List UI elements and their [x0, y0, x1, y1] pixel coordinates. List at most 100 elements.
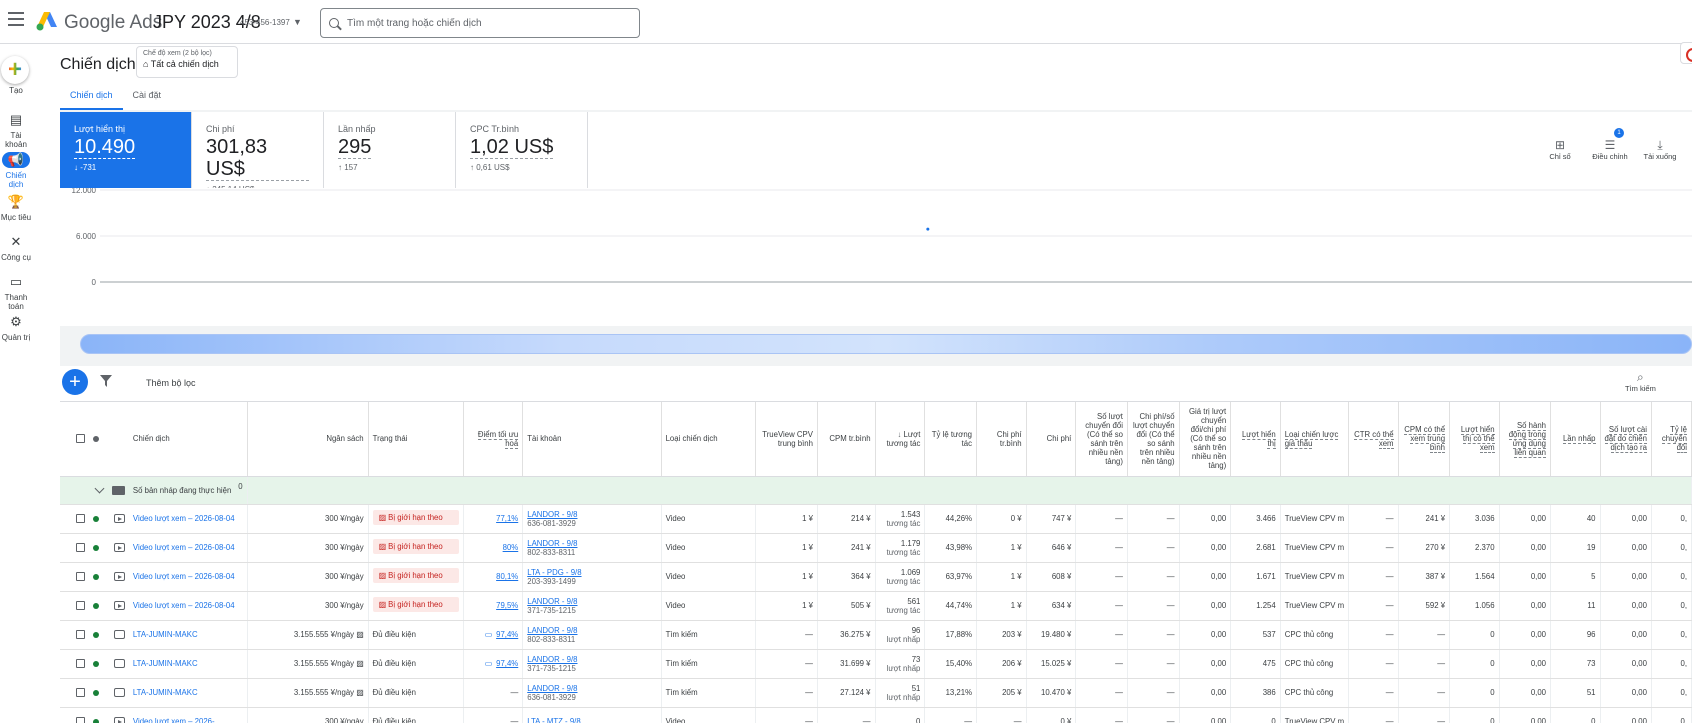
- account-link[interactable]: LTA - MTZ - 9/8: [522, 707, 662, 723]
- draft-row[interactable]: Số bản nháp đang thực hiện 0: [60, 476, 1692, 505]
- optimization-score[interactable]: 80,1%: [463, 562, 524, 592]
- campaign-name-link[interactable]: LTA-JUMIN-MAKC: [128, 649, 248, 679]
- tab-settings[interactable]: Cài đặt: [123, 86, 172, 110]
- search-input[interactable]: Tìm một trang hoặc chiến dịch: [320, 8, 640, 38]
- campaign-name-link[interactable]: LTA-JUMIN-MAKC: [128, 620, 248, 650]
- table-row[interactable]: LTA-JUMIN-MAKC 3.155.555 ¥/ngày ▨ Đủ điều …: [60, 620, 1692, 650]
- filter-icon[interactable]: [100, 375, 112, 387]
- header-select-all[interactable]: [71, 402, 89, 477]
- header-clicks[interactable]: Lần nhấp: [1550, 402, 1601, 477]
- header-cost[interactable]: Chi phí: [1026, 402, 1077, 477]
- header-conversions[interactable]: Số lượt chuyển đổi (Có thể so sánh trên …: [1075, 402, 1128, 477]
- nav-item-admin[interactable]: ⚙ Quản trị: [0, 314, 32, 342]
- adjust-button[interactable]: 1 ☰ Điều chỉnh: [1590, 128, 1630, 161]
- nav-item-goals[interactable]: 🏆 Mục tiêu: [0, 194, 32, 222]
- header-conv-rate[interactable]: Tỷ lệ chuyển đổi: [1651, 402, 1692, 477]
- account-link[interactable]: LANDOR - 9/8 636-081-3929: [522, 678, 662, 708]
- row-checkbox[interactable]: [75, 572, 85, 582]
- optimization-score[interactable]: —: [463, 678, 524, 708]
- nav-item-billing[interactable]: ▭ Thanh toán: [0, 274, 32, 311]
- add-filter-button[interactable]: Thêm bộ lọc: [146, 378, 196, 388]
- table-row[interactable]: LTA-JUMIN-MAKC 3.155.555 ¥/ngày ▨ Đủ điều …: [60, 649, 1692, 679]
- row-checkbox[interactable]: [75, 630, 85, 640]
- budget-cell[interactable]: 300 ¥/ngày: [247, 504, 369, 534]
- add-campaign-button[interactable]: +: [62, 369, 88, 395]
- optimization-score[interactable]: 79,5%: [463, 591, 524, 621]
- account-link[interactable]: LTA - PDG - 9/8 203-393-1499: [522, 562, 662, 592]
- table-row[interactable]: Video lượt xem – 2026-08-04 300 ¥/ngày ▨ B…: [60, 591, 1692, 621]
- row-checkbox[interactable]: [75, 514, 85, 524]
- metric-card-cost[interactable]: Chi phí 301,83 US$ ↑ 245,14 US$: [192, 112, 324, 194]
- row-select[interactable]: [71, 678, 89, 708]
- budget-cell[interactable]: 300 ¥/ngày: [247, 562, 369, 592]
- notification-icon[interactable]: [1680, 42, 1692, 64]
- campaign-name-link[interactable]: Video lượt xem – 2026-: [128, 707, 248, 723]
- row-select[interactable]: [71, 620, 89, 650]
- table-row[interactable]: Video lượt xem – 2026-08-04 300 ¥/ngày ▨ B…: [60, 562, 1692, 592]
- header-viewable-cpm[interactable]: CPM có thể xem trung bình: [1398, 402, 1451, 477]
- budget-cell[interactable]: 3.155.555 ¥/ngày ▨: [247, 620, 369, 650]
- header-app-actions[interactable]: Số hành động trong ứng dụng liên quan: [1499, 402, 1552, 477]
- chart-data-point[interactable]: [926, 227, 930, 231]
- header-account[interactable]: Tài khoản: [522, 402, 662, 477]
- header-bid-strategy[interactable]: Loại chiến lược giá thầu: [1280, 402, 1350, 477]
- row-checkbox[interactable]: [75, 659, 85, 669]
- campaign-name-link[interactable]: LTA-JUMIN-MAKC: [128, 678, 248, 708]
- campaign-name-link[interactable]: Video lượt xem – 2026-08-04: [128, 504, 248, 534]
- budget-cell[interactable]: 300 ¥/ngày: [247, 707, 369, 723]
- select-all-checkbox[interactable]: [75, 434, 85, 444]
- header-budget[interactable]: Ngân sách: [247, 402, 369, 477]
- row-select[interactable]: [71, 591, 89, 621]
- header-interaction-rate[interactable]: Tỷ lệ tương tác: [924, 402, 978, 477]
- view-mode-selector[interactable]: Chế độ xem (2 bộ lọc) ⌂ Tất cả chiến dịc…: [136, 46, 238, 78]
- chart-range-scroller[interactable]: [80, 334, 1692, 354]
- nav-item-campaigns[interactable]: 📢 Chiến dịch: [0, 152, 32, 189]
- campaign-name-link[interactable]: Video lượt xem – 2026-08-04: [128, 562, 248, 592]
- row-select[interactable]: [71, 533, 89, 563]
- metric-card-impressions[interactable]: Lượt hiển thị 10.490 ↓ -731: [60, 112, 192, 188]
- budget-cell[interactable]: 3.155.555 ¥/ngày ▨: [247, 678, 369, 708]
- campaign-name-link[interactable]: Video lượt xem – 2026-08-04: [128, 533, 248, 563]
- header-viewable-impressions[interactable]: Lượt hiển thị có thể xem: [1449, 402, 1500, 477]
- row-checkbox[interactable]: [75, 688, 85, 698]
- header-status[interactable]: Trạng thái: [368, 402, 464, 477]
- optimization-score[interactable]: ▭ 97,4%: [463, 649, 524, 679]
- header-trueview-cpv[interactable]: TrueView CPV trung bình: [755, 402, 818, 477]
- account-link[interactable]: LANDOR - 9/8 636-081-3929: [522, 504, 662, 534]
- table-row[interactable]: Video lượt xem – 2026-08-04 300 ¥/ngày ▨ B…: [60, 533, 1692, 563]
- row-select[interactable]: [71, 562, 89, 592]
- account-link[interactable]: LANDOR - 9/8 802-833-8311: [522, 533, 662, 563]
- campaign-name-link[interactable]: Video lượt xem – 2026-08-04: [128, 591, 248, 621]
- header-campaign[interactable]: Chiến dịch: [128, 402, 248, 477]
- optimization-score[interactable]: 80%: [463, 533, 524, 563]
- row-checkbox[interactable]: [75, 601, 85, 611]
- draft-expand[interactable]: [60, 476, 107, 505]
- table-row[interactable]: Video lượt xem – 2026- 300 ¥/ngày Đủ điều …: [60, 707, 1692, 723]
- row-checkbox[interactable]: [75, 543, 85, 553]
- budget-cell[interactable]: 300 ¥/ngày: [247, 533, 369, 563]
- optimization-score[interactable]: —: [463, 707, 524, 723]
- tab-campaigns[interactable]: Chiến dịch: [60, 86, 123, 110]
- table-row[interactable]: Video lượt xem – 2026-08-04 300 ¥/ngày ▨ B…: [60, 504, 1692, 534]
- table-row[interactable]: LTA-JUMIN-MAKC 3.155.555 ¥/ngày ▨ Đủ điều …: [60, 678, 1692, 708]
- nav-item-account[interactable]: ▤ Tài khoản: [0, 112, 32, 149]
- status-limited-badge[interactable]: ▨ Bị giới hạn theo: [372, 539, 459, 554]
- table-search-button[interactable]: ⌕ Tìm kiếm: [1625, 370, 1656, 393]
- menu-icon[interactable]: [8, 12, 26, 26]
- header-avg-cpm[interactable]: CPM tr.bình: [817, 402, 876, 477]
- nav-item-tools[interactable]: ✕ Công cụ: [0, 234, 32, 262]
- header-avg-cost[interactable]: Chi phí tr.bình: [976, 402, 1027, 477]
- metric-card-avg-cpc[interactable]: CPC Tr.bình 1,02 US$ ↑ 0,61 US$: [456, 112, 588, 188]
- budget-cell[interactable]: 300 ¥/ngày: [247, 591, 369, 621]
- status-limited-badge[interactable]: ▨ Bị giới hạn theo: [372, 597, 459, 612]
- chevron-down-icon[interactable]: [94, 483, 105, 494]
- status-limited-badge[interactable]: ▨ Bị giới hạn theo: [372, 510, 459, 525]
- header-viewable-ctr[interactable]: CTR có thể xem: [1348, 402, 1399, 477]
- optimization-score[interactable]: ▭ 97,4%: [463, 620, 524, 650]
- status-limited-badge[interactable]: ▨ Bị giới hạn theo: [372, 568, 459, 583]
- budget-cell[interactable]: 3.155.555 ¥/ngày ▨: [247, 649, 369, 679]
- row-select[interactable]: [71, 707, 89, 723]
- header-optimization[interactable]: Điểm tối ưu hoá: [463, 402, 524, 477]
- download-button[interactable]: ⤓ Tải xuống: [1640, 138, 1680, 161]
- columns-button[interactable]: ⊞ Chỉ số: [1540, 138, 1580, 161]
